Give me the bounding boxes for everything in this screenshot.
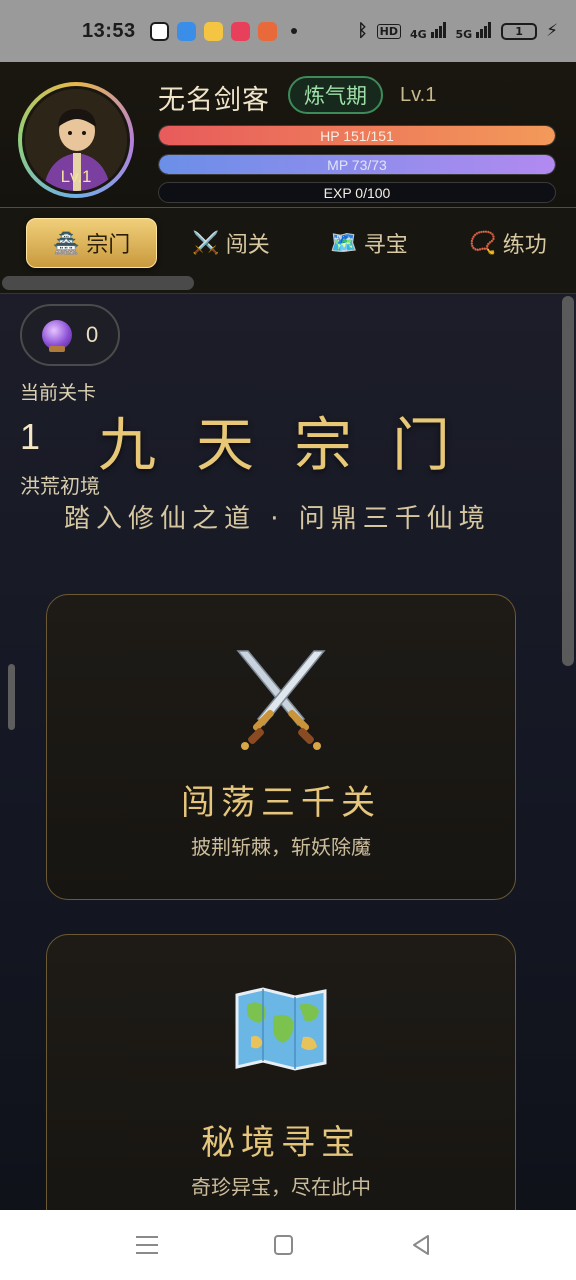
system-nav-bar bbox=[0, 1210, 576, 1280]
current-stage-label: 当前关卡 bbox=[20, 382, 97, 404]
player-name: 无名剑客 bbox=[158, 85, 270, 116]
tab-challenge-label: 闯关 bbox=[225, 233, 270, 258]
player-header: Lv.1 无名剑客 炼气期 Lv.1 HP 151/151 MP 73/73 E… bbox=[0, 62, 576, 208]
tab-training-label: 练功 bbox=[502, 233, 547, 258]
world-map-icon bbox=[47, 987, 515, 1095]
player-level: Lv.1 bbox=[400, 84, 437, 106]
avatar-portrait: Lv.1 bbox=[22, 86, 130, 194]
exp-bar: EXP 0/100 bbox=[158, 182, 556, 203]
tab-sect[interactable]: 🏯 宗门 bbox=[26, 218, 157, 268]
battery-icon: 1 bbox=[501, 22, 538, 40]
map-icon: 🗺️ bbox=[330, 230, 358, 256]
prayer-beads-icon: 📿 bbox=[469, 230, 497, 256]
more-notifications-icon bbox=[290, 28, 297, 34]
app-notification-icon bbox=[176, 21, 196, 41]
signal-bars-icon bbox=[476, 21, 492, 38]
signal-4g-label: 4G bbox=[410, 27, 427, 41]
avatar[interactable]: Lv.1 bbox=[18, 82, 134, 198]
page-scrollbar[interactable] bbox=[562, 296, 574, 666]
sect-motto: 踏入修仙之道 · 问鼎三千仙境 bbox=[64, 504, 491, 534]
recent-apps-icon[interactable] bbox=[136, 1236, 158, 1254]
mp-bar: MP 73/73 bbox=[158, 154, 556, 175]
signal-4g-icon: 4G bbox=[410, 21, 447, 41]
tab-training[interactable]: 📿 练功 bbox=[452, 218, 564, 268]
signal-5g-icon: 5G bbox=[455, 21, 493, 41]
app-notification-icon bbox=[257, 21, 277, 41]
tab-sect-label: 宗门 bbox=[86, 233, 131, 258]
sect-title: 九天宗门 bbox=[98, 411, 491, 479]
stage-number: 1 bbox=[20, 416, 41, 457]
sect-page: 0 当前关卡 1 九天宗门 洪荒初境 踏入修仙之道 · 问鼎三千仙境 闯荡三千关… bbox=[0, 294, 576, 1210]
app-notification-icon bbox=[149, 21, 169, 41]
menu-line bbox=[136, 1252, 158, 1254]
spirit-stone-value: 0 bbox=[86, 322, 99, 347]
home-icon[interactable] bbox=[274, 1235, 293, 1255]
challenge-card[interactable]: 闯荡三千关 披荆斩棘，斩妖除魔 bbox=[46, 594, 516, 900]
challenge-card-subtitle: 披荆斩棘，斩妖除魔 bbox=[191, 835, 371, 859]
main-nav-tabs: 🏯 宗门 ⚔️ 闯关 🗺️ 寻宝 📿 练功 bbox=[0, 208, 576, 294]
app-notification-icon bbox=[230, 21, 250, 41]
realm-name: 洪荒初境 bbox=[20, 474, 100, 498]
signal-5g-label: 5G bbox=[455, 27, 473, 41]
crossed-swords-graphic bbox=[236, 650, 326, 750]
app-notification-icon bbox=[203, 21, 223, 41]
notification-icons bbox=[149, 21, 297, 41]
status-time: 13:53 bbox=[82, 19, 136, 42]
menu-line bbox=[136, 1236, 158, 1238]
spirit-stone-counter: 0 bbox=[20, 304, 120, 366]
treasure-card-subtitle: 奇珍异宝，尽在此中 bbox=[191, 1175, 371, 1199]
exp-bar-label: EXP 0/100 bbox=[323, 185, 391, 201]
avatar-level: Lv.1 bbox=[60, 167, 92, 186]
status-indicators: ᛒ HD 4G 5G 1 ⚡ bbox=[357, 21, 558, 41]
back-icon[interactable] bbox=[410, 1234, 432, 1256]
temple-icon: 🏯 bbox=[52, 230, 81, 256]
crystal-ball-icon bbox=[42, 320, 72, 352]
tabs-scrollbar[interactable] bbox=[2, 276, 194, 290]
crossed-swords-icon bbox=[47, 647, 515, 755]
charging-icon: ⚡ bbox=[546, 21, 558, 41]
hd-icon: HD bbox=[376, 23, 401, 39]
tab-treasure-label: 寻宝 bbox=[363, 233, 408, 258]
mp-bar-label: MP 73/73 bbox=[327, 157, 387, 173]
signal-bars-icon bbox=[430, 21, 446, 38]
bluetooth-icon: ᛒ bbox=[357, 21, 368, 41]
treasure-card[interactable]: 秘境寻宝 奇珍异宝，尽在此中 bbox=[46, 934, 516, 1210]
status-bar: 13:53 ᛒ HD 4G 5G 1 ⚡ bbox=[0, 0, 576, 62]
menu-line bbox=[136, 1244, 158, 1246]
battery-level: 1 bbox=[515, 24, 523, 38]
challenge-card-title: 闯荡三千关 bbox=[181, 783, 381, 823]
tab-challenge[interactable]: ⚔️ 闯关 bbox=[176, 218, 286, 268]
world-map-graphic bbox=[235, 987, 327, 1071]
crossed-swords-icon: ⚔️ bbox=[192, 230, 220, 256]
hp-bar-label: HP 151/151 bbox=[320, 128, 394, 144]
hp-bar: HP 151/151 bbox=[158, 125, 556, 146]
realm-badge: 炼气期 bbox=[288, 76, 383, 114]
treasure-card-title: 秘境寻宝 bbox=[201, 1123, 361, 1163]
tab-treasure[interactable]: 🗺️ 寻宝 bbox=[314, 218, 424, 268]
side-drawer-handle[interactable] bbox=[8, 664, 15, 730]
